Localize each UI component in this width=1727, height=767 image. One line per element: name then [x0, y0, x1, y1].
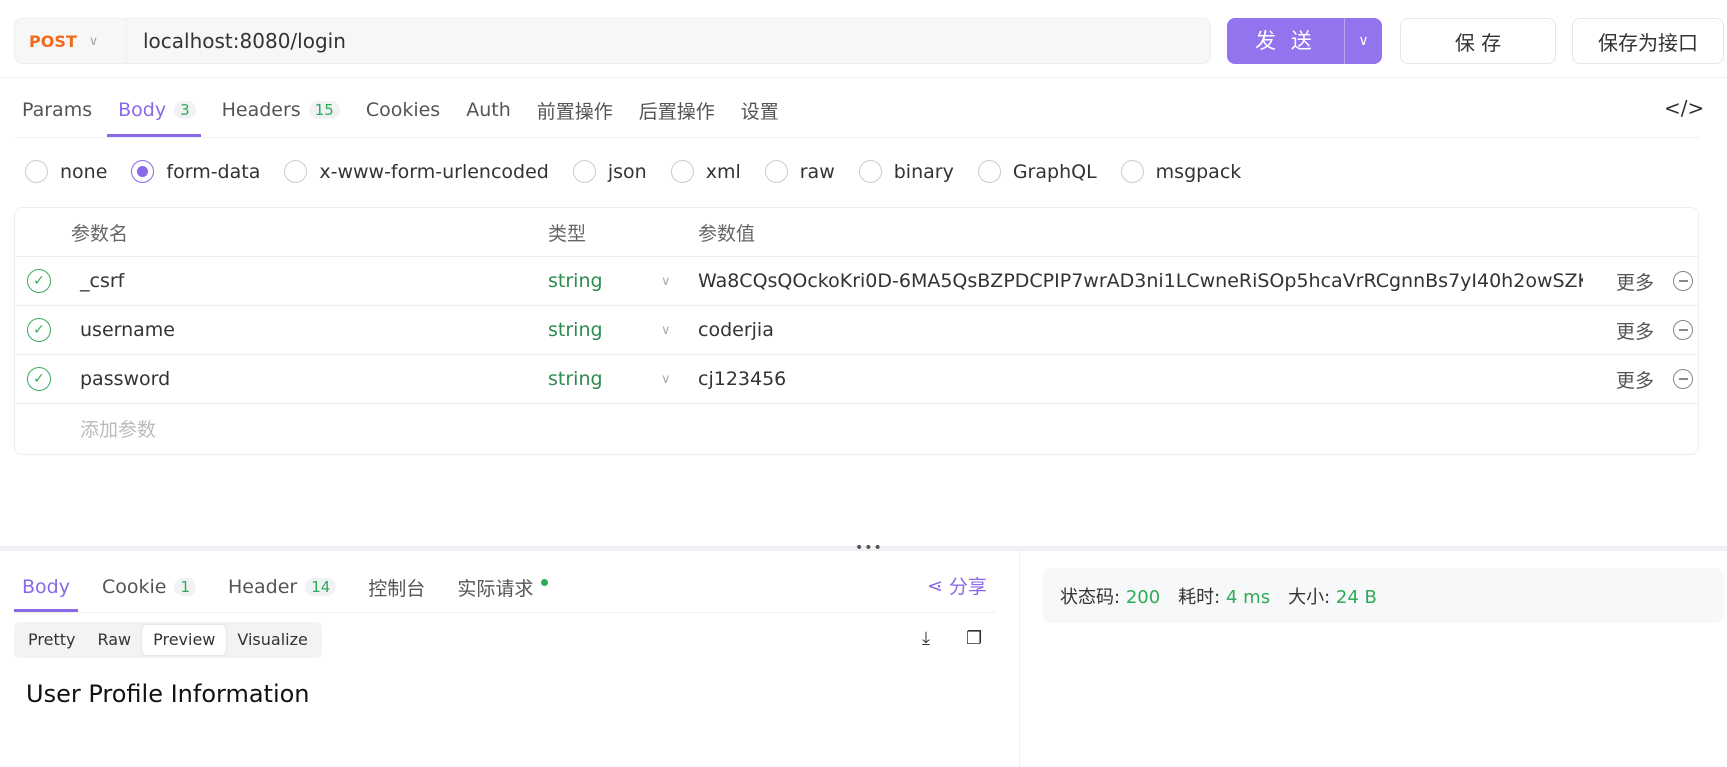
view-raw[interactable]: Raw [86, 625, 142, 655]
response-size: 24 B [1335, 586, 1377, 608]
params-table: 参数名 类型 参数值 ✓ _csrf string ∨ Wa8CQsQOckoKr… [14, 207, 1699, 455]
status-code: 200 [1125, 586, 1161, 608]
radio-none[interactable]: none [25, 160, 107, 183]
tab-response-header[interactable]: Header 14 [228, 576, 337, 598]
save-as-api-button[interactable]: 保存为接口 [1572, 18, 1724, 64]
view-visualize[interactable]: Visualize [226, 625, 318, 655]
radio-json[interactable]: json [572, 160, 647, 183]
remove-icon[interactable] [1673, 320, 1693, 340]
add-param-row: 添加参数 [15, 404, 1698, 453]
divider [1019, 551, 1020, 767]
table-header: 参数名 类型 参数值 [15, 208, 1698, 257]
request-tabs: Params Body 3 Headers 15 Cookies Auth 前置操作… [22, 95, 805, 125]
tab-pre-actions[interactable]: 前置操作 [537, 97, 613, 124]
divider [0, 77, 1727, 78]
tab-headers[interactable]: Headers 15 [222, 99, 340, 121]
url-input[interactable]: localhost:8080/login [127, 29, 346, 53]
chevron-down-icon[interactable]: ∨ [661, 274, 671, 289]
share-icon: ⋖ [927, 574, 943, 597]
chevron-down-icon[interactable]: ∨ [661, 372, 671, 387]
checkbox-enabled[interactable]: ✓ [27, 367, 51, 391]
divider [14, 612, 995, 613]
remove-icon[interactable] [1673, 369, 1693, 389]
method-select[interactable]: POST ∨ [15, 19, 127, 63]
response-tabs: Body Cookie 1 Header 14 控制台 实际请求 [22, 572, 580, 602]
radio-xml[interactable]: xml [670, 160, 741, 183]
code-icon[interactable]: </> [1664, 96, 1704, 120]
chevron-down-icon[interactable]: ∨ [661, 323, 671, 338]
tab-console[interactable]: 控制台 [368, 574, 425, 601]
tab-settings[interactable]: 设置 [741, 97, 779, 124]
radio-msgpack[interactable]: msgpack [1120, 160, 1241, 183]
tab-cookies[interactable]: Cookies [366, 99, 440, 121]
share-button[interactable]: ⋖ 分享 [927, 572, 987, 599]
response-status-bar: 状态码: 200 耗时: 4 ms 大小: 24 B [1043, 568, 1724, 623]
body-type-radios: none form-data x-www-form-urlencoded jso… [25, 160, 1265, 183]
checkbox-enabled[interactable]: ✓ [27, 269, 51, 293]
chevron-down-icon[interactable]: ∨ [1345, 33, 1382, 49]
tab-actual-request[interactable]: 实际请求 [457, 574, 549, 601]
add-param-input[interactable]: 添加参数 [80, 415, 156, 442]
tab-response-body[interactable]: Body [22, 576, 70, 598]
radio-graphql[interactable]: GraphQL [977, 160, 1097, 183]
download-icon[interactable]: ⤓ [922, 628, 930, 649]
tab-response-cookie[interactable]: Cookie 1 [102, 576, 197, 598]
divider [14, 137, 1699, 138]
radio-binary[interactable]: binary [858, 160, 954, 183]
tab-auth[interactable]: Auth [466, 99, 511, 121]
response-time: 4 ms [1225, 586, 1271, 608]
table-row: ✓ _csrf string ∨ Wa8CQsQOckoKri0D-6MA5QsB… [15, 257, 1698, 306]
drag-handle-icon[interactable]: ••• [855, 540, 883, 556]
radio-urlencoded[interactable]: x-www-form-urlencoded [284, 160, 549, 183]
copy-icon[interactable]: ❐ [966, 628, 982, 649]
radio-form-data[interactable]: form-data [131, 160, 260, 183]
remove-icon[interactable] [1673, 271, 1693, 291]
table-row: ✓ username string ∨ coderjia 更多 [15, 306, 1698, 355]
view-mode-switch: Pretty Raw Preview Visualize [14, 622, 322, 658]
send-button[interactable]: 发 送 ∨ [1227, 18, 1382, 64]
tab-body[interactable]: Body 3 [118, 99, 196, 121]
view-pretty[interactable]: Pretty [17, 625, 86, 655]
status-dot [541, 578, 549, 586]
tab-post-actions[interactable]: 后置操作 [639, 97, 715, 124]
chevron-down-icon: ∨ [88, 33, 99, 49]
save-button[interactable]: 保 存 [1400, 18, 1556, 64]
response-content: User Profile Information [26, 680, 310, 708]
tab-params[interactable]: Params [22, 99, 92, 121]
view-preview[interactable]: Preview [142, 625, 227, 655]
url-bar: POST ∨ localhost:8080/login [14, 18, 1211, 64]
radio-raw[interactable]: raw [764, 160, 835, 183]
table-row: ✓ password string ∨ cj123456 更多 [15, 355, 1698, 404]
checkbox-enabled[interactable]: ✓ [27, 318, 51, 342]
